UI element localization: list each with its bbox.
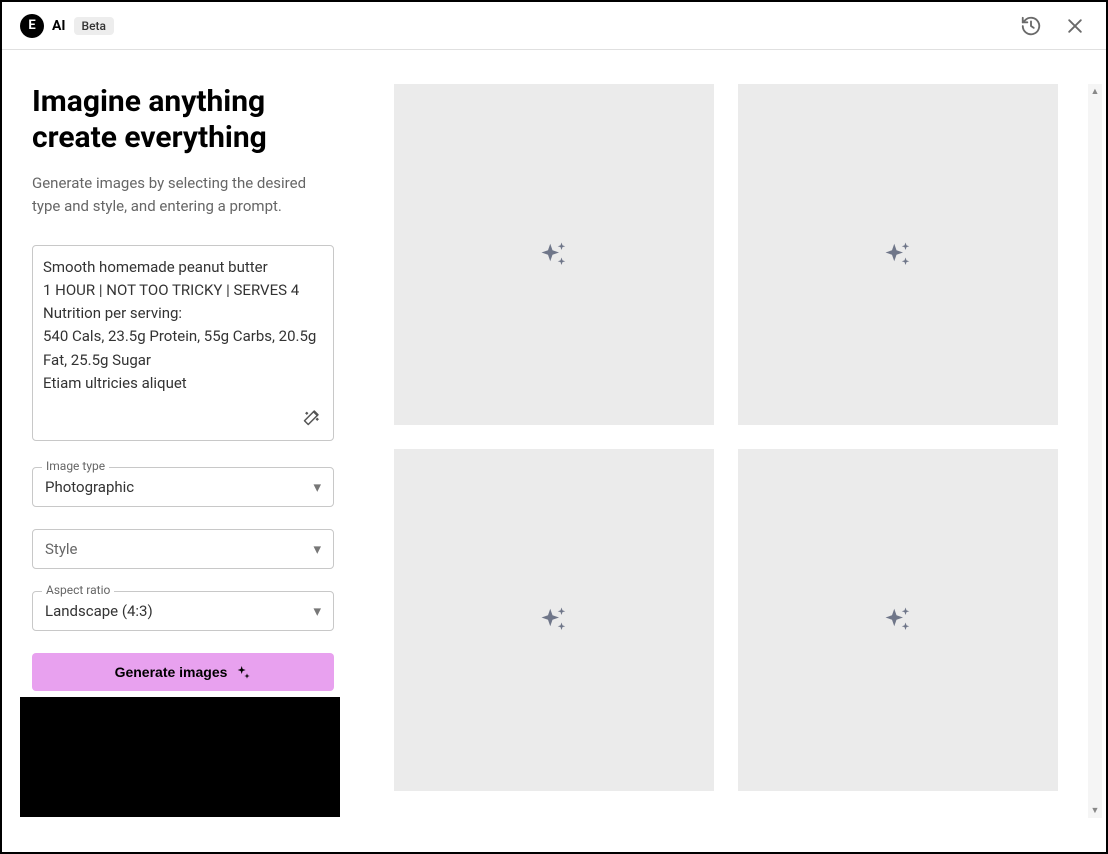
header-left: E AI Beta — [20, 14, 114, 38]
sparkle-icon — [883, 605, 913, 635]
chevron-down-icon: ▾ — [313, 478, 321, 496]
chevron-down-icon: ▾ — [313, 602, 321, 620]
app-logo: E — [20, 14, 44, 38]
magic-wand-icon[interactable] — [303, 408, 321, 430]
scroll-up-icon[interactable]: ▲ — [1089, 84, 1102, 99]
sparkle-icon — [539, 240, 569, 270]
header: E AI Beta — [2, 2, 1106, 50]
image-type-value: Photographic — [45, 478, 134, 496]
aspect-ratio-select[interactable]: Landscape (4:3) ▾ — [32, 591, 334, 631]
sparkle-icon — [235, 664, 251, 680]
image-type-field: Image type Photographic ▾ — [32, 467, 334, 507]
content: ▲ ▼ — [364, 50, 1106, 852]
chevron-down-icon: ▾ — [313, 540, 321, 558]
history-icon[interactable] — [1018, 13, 1044, 39]
sparkle-icon — [883, 240, 913, 270]
page-subtitle: Generate images by selecting the desired… — [32, 172, 334, 219]
generate-label: Generate images — [115, 664, 228, 680]
image-placeholder[interactable] — [394, 449, 714, 790]
page-title: Imagine anything create everything — [32, 84, 334, 156]
scrollbar[interactable]: ▲ ▼ — [1088, 84, 1102, 818]
close-icon[interactable] — [1062, 13, 1088, 39]
generate-button[interactable]: Generate images — [32, 653, 334, 691]
aspect-ratio-value: Landscape (4:3) — [45, 602, 153, 620]
beta-badge: Beta — [74, 17, 114, 35]
style-field: Style ▾ — [32, 529, 334, 569]
prompt-input[interactable] — [43, 256, 323, 426]
prompt-box — [32, 245, 334, 441]
style-value: Style — [45, 540, 78, 558]
image-grid — [394, 84, 1058, 791]
image-type-select[interactable]: Photographic ▾ — [32, 467, 334, 507]
sparkle-icon — [539, 605, 569, 635]
aspect-ratio-field: Aspect ratio Landscape (4:3) ▾ — [32, 591, 334, 631]
scroll-down-icon[interactable]: ▼ — [1089, 803, 1102, 818]
sidebar: Imagine anything create everything Gener… — [2, 50, 364, 852]
blackout-region — [20, 697, 340, 817]
header-right — [1018, 13, 1088, 39]
image-type-label: Image type — [42, 459, 109, 473]
style-select[interactable]: Style ▾ — [32, 529, 334, 569]
ai-label: AI — [52, 18, 66, 34]
aspect-ratio-label: Aspect ratio — [42, 583, 114, 597]
image-placeholder[interactable] — [394, 84, 714, 425]
image-placeholder[interactable] — [738, 84, 1058, 425]
main: Imagine anything create everything Gener… — [2, 50, 1106, 852]
image-placeholder[interactable] — [738, 449, 1058, 790]
